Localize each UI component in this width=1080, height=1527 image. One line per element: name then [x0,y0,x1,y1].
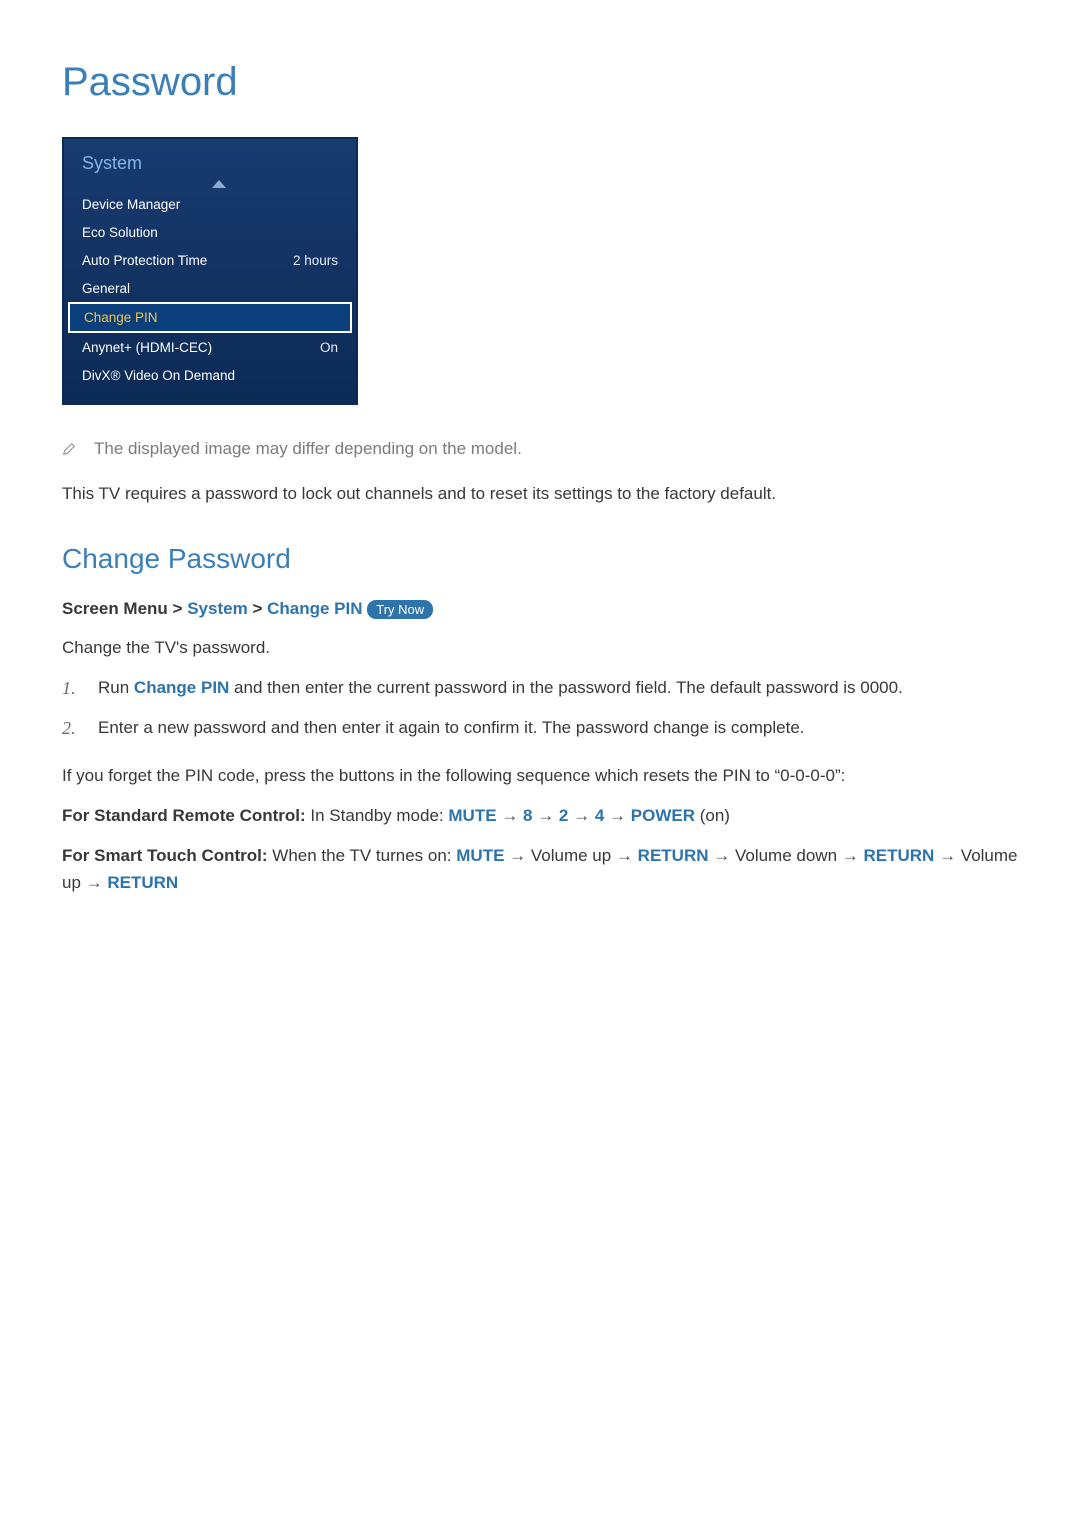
menu-item-label: DivX® Video On Demand [82,368,235,383]
arrow-icon: → [709,846,735,865]
menu-item-label: Device Manager [82,197,180,212]
sequence-key: RETURN [107,873,178,892]
arrow-icon: → [934,846,960,865]
menu-item-value: 2 hours [293,253,338,268]
steps-list: 1. Run Change PIN and then enter the cur… [62,675,1020,743]
menu-item-auto-protection-time[interactable]: Auto Protection Time 2 hours [64,246,356,274]
menu-item-eco-solution[interactable]: Eco Solution [64,218,356,246]
breadcrumb-sep: > [252,599,262,618]
breadcrumb-system[interactable]: System [187,599,247,618]
sequence-key: RETURN [864,846,935,865]
system-menu-title: System [82,153,142,173]
sequence-prefix: When the TV turnes on: [268,846,457,865]
breadcrumb-change-pin[interactable]: Change PIN [267,599,362,618]
menu-item-label: General [82,281,130,296]
step-item: 1. Run Change PIN and then enter the cur… [62,675,1020,703]
menu-item-value: On [320,340,338,355]
sequence-key: POWER [631,806,695,825]
arrow-icon: → [611,846,637,865]
sequence-label: For Smart Touch Control: [62,846,268,865]
sequence-prefix: In Standby mode: [306,806,449,825]
arrow-icon: → [497,806,523,825]
step-content: Run Change PIN and then enter the curren… [98,675,1020,703]
breadcrumb: Screen Menu > System > Change PIN Try No… [62,599,1020,619]
menu-item-divx[interactable]: DivX® Video On Demand [64,361,356,389]
change-intro: Change the TV's password. [62,635,1020,661]
breadcrumb-prefix: Screen Menu [62,599,168,618]
arrow-icon: → [837,846,863,865]
step-highlight-change-pin[interactable]: Change PIN [134,678,229,697]
sequence-key: RETURN [638,846,709,865]
menu-item-label: Anynet+ (HDMI-CEC) [82,340,212,355]
try-now-badge[interactable]: Try Now [367,600,433,619]
intro-paragraph: This TV requires a password to lock out … [62,481,1020,507]
sequence-body: MUTE → 8 → 2 → 4 → POWER (on) [448,806,730,825]
menu-item-label: Eco Solution [82,225,158,240]
reset-note: If you forget the PIN code, press the bu… [62,763,1020,789]
sequence-key: 4 [595,806,604,825]
arrow-icon: → [81,873,107,892]
menu-item-label: Auto Protection Time [82,253,207,268]
sequence-standard-remote: For Standard Remote Control: In Standby … [62,803,1020,829]
sequence-label: For Standard Remote Control: [62,806,306,825]
step-prefix: Run [98,678,134,697]
sequence-key: 2 [559,806,568,825]
arrow-icon: → [532,806,558,825]
step-number: 1. [62,675,82,703]
sequence-key: MUTE [456,846,504,865]
sequence-key: MUTE [448,806,496,825]
step-rest: and then enter the current password in t… [229,678,902,697]
note-text: The displayed image may differ depending… [94,439,522,459]
chevron-up-icon[interactable] [212,180,226,188]
menu-item-anynet[interactable]: Anynet+ (HDMI-CEC) On [64,333,356,361]
menu-item-label: Change PIN [84,310,158,325]
step-number: 2. [62,715,82,743]
arrow-icon: → [604,806,630,825]
step-content: Enter a new password and then enter it a… [98,715,1020,743]
menu-spacer [64,389,356,403]
arrow-icon: → [568,806,594,825]
sequence-text: (on) [695,806,730,825]
section-title: Change Password [62,543,1020,575]
menu-item-device-manager[interactable]: Device Manager [64,190,356,218]
menu-item-general[interactable]: General [64,274,356,302]
system-menu-header: System [64,139,356,190]
step-item: 2. Enter a new password and then enter i… [62,715,1020,743]
sequence-smart-touch: For Smart Touch Control: When the TV tur… [62,843,1020,896]
pen-icon [62,442,76,456]
page-title: Password [62,60,1020,105]
sequence-text: Volume up [531,846,611,865]
arrow-icon: → [504,846,530,865]
system-menu: System Device Manager Eco Solution Auto … [62,137,358,405]
breadcrumb-sep: > [173,599,183,618]
menu-item-change-pin[interactable]: Change PIN [68,302,352,333]
step-rest: Enter a new password and then enter it a… [98,718,805,737]
sequence-text: Volume down [735,846,837,865]
note-line: The displayed image may differ depending… [62,439,1020,459]
